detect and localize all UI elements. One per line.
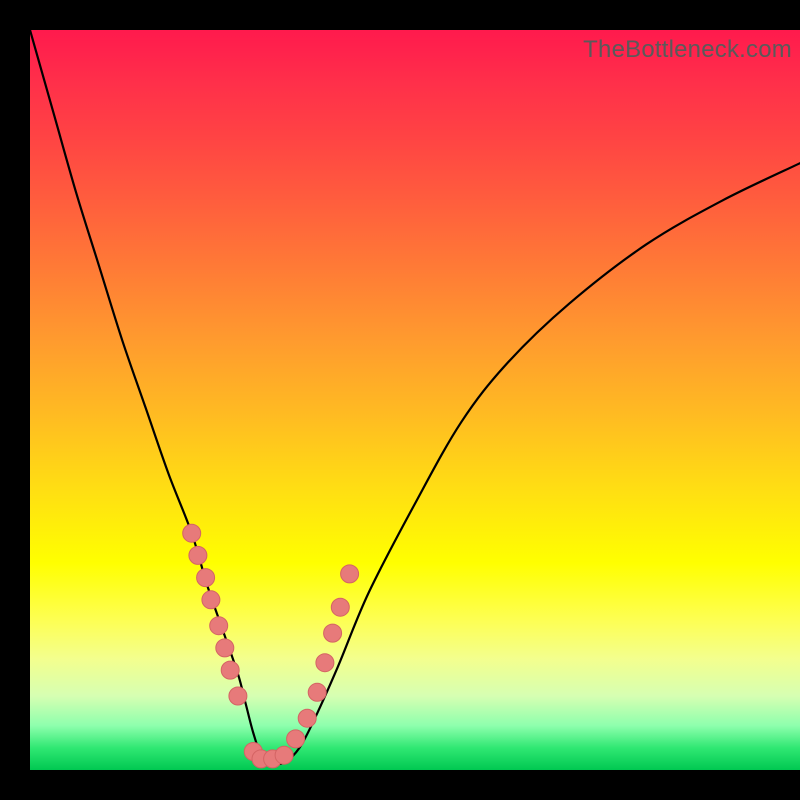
curve-marker: [341, 565, 359, 583]
curve-marker: [298, 709, 316, 727]
curve-marker: [210, 617, 228, 635]
curve-marker: [189, 546, 207, 564]
curve-marker: [202, 591, 220, 609]
curve-marker: [183, 524, 201, 542]
curve-marker: [308, 683, 326, 701]
bottleneck-curve-path: [30, 30, 800, 764]
curve-marker: [216, 639, 234, 657]
curve-marker: [324, 624, 342, 642]
plot-area: TheBottleneck.com: [30, 30, 800, 770]
curve-marker: [197, 569, 215, 587]
curve-svg: [30, 30, 800, 770]
curve-marker: [287, 730, 305, 748]
curve-marker: [221, 661, 239, 679]
curve-marker: [229, 687, 247, 705]
curve-marker: [275, 746, 293, 764]
marker-group: [183, 524, 359, 768]
curve-marker: [316, 654, 334, 672]
chart-frame: TheBottleneck.com: [0, 0, 800, 800]
curve-marker: [331, 598, 349, 616]
